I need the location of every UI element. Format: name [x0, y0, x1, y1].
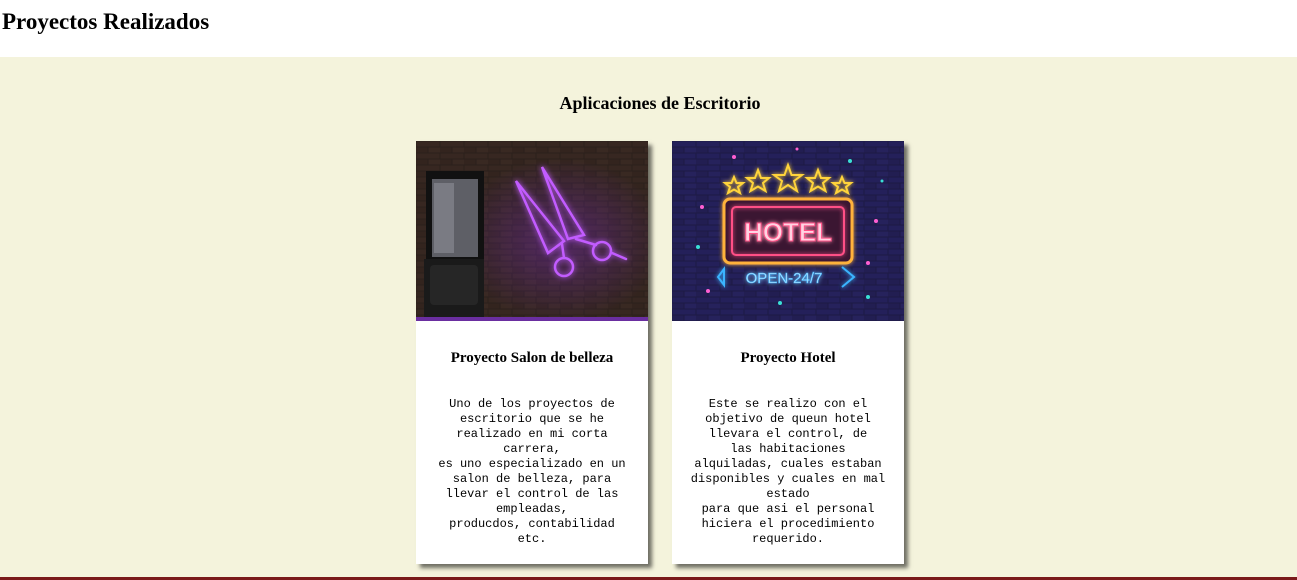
neon-scissors-image — [416, 141, 648, 321]
page-header: Proyectos Realizados — [0, 0, 1297, 57]
project-card-hotel: HOTEL OPEN-24/7 Proyecto Hotel Este se r… — [672, 141, 904, 564]
project-card-salon: Proyecto Salon de belleza Uno de los pro… — [416, 141, 648, 564]
project-title-salon: Proyecto Salon de belleza — [450, 350, 614, 366]
section-title: Aplicaciones de Escritorio — [559, 93, 761, 113]
neon-hotel-sign-image: HOTEL OPEN-24/7 — [672, 141, 904, 321]
project-description-hotel: Este se realizo con el objetivo de queun… — [690, 397, 886, 546]
project-description-salon: Uno de los proyectos de escritorio que s… — [438, 397, 626, 546]
page-title: Proyectos Realizados — [2, 9, 210, 34]
project-title-hotel: Proyecto Hotel — [740, 350, 836, 366]
hotel-sign-text: HOTEL — [744, 217, 832, 247]
open-24-7-text: OPEN-24/7 — [746, 270, 823, 287]
projects-section: Aplicaciones de Escritorio Proyecto Salo… — [0, 57, 1297, 577]
